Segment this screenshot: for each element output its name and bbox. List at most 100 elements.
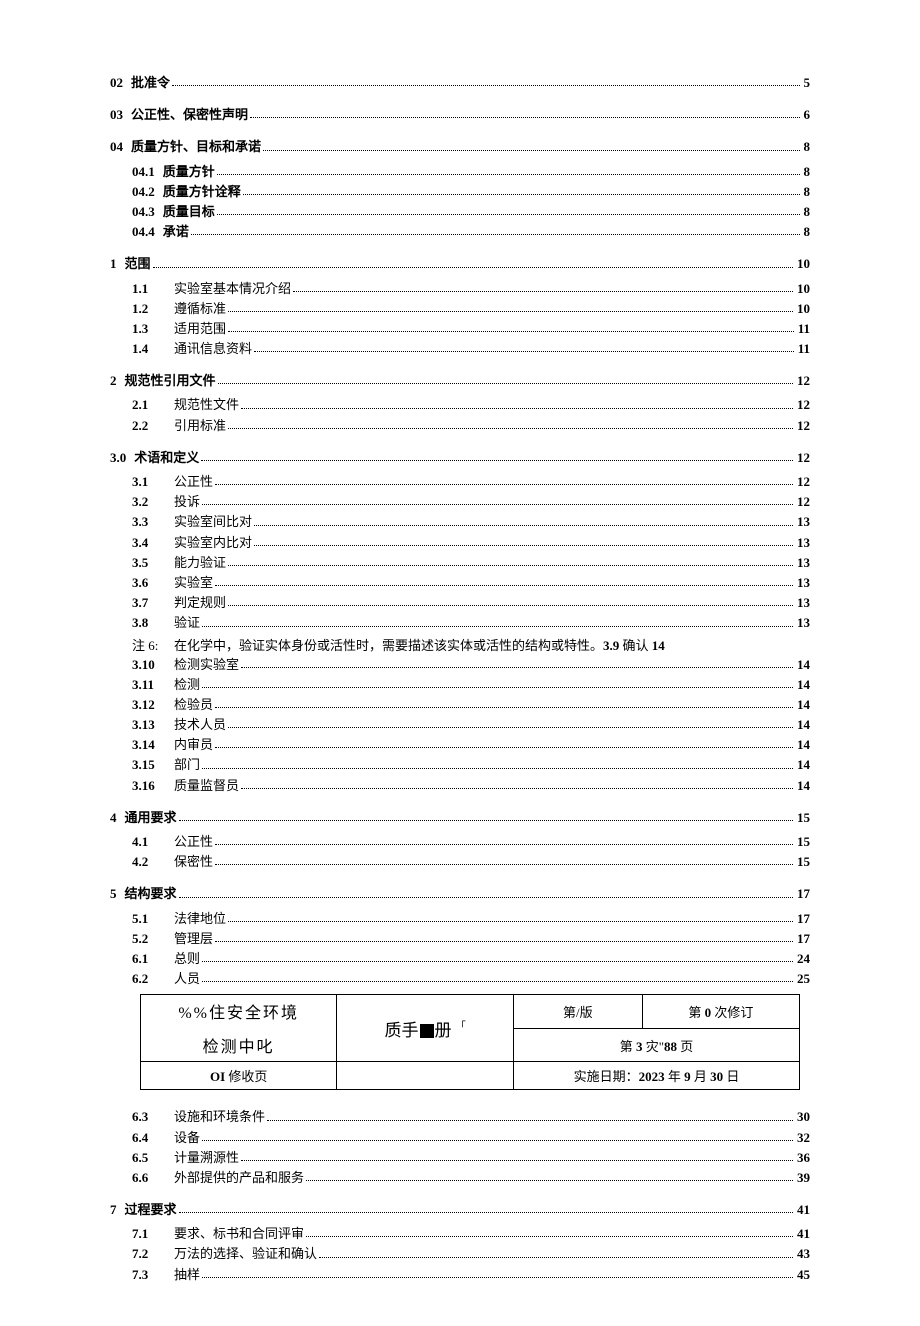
toc-entry: 3.8验证13 xyxy=(110,614,810,632)
toc-leader-dots xyxy=(201,459,793,461)
toc-num: 3.7 xyxy=(132,594,174,612)
toc-num: 6.1 xyxy=(132,950,174,968)
toc-label: 规范性引用文件 xyxy=(125,372,216,390)
toc-label: 能力验证 xyxy=(174,554,226,572)
toc-leader-dots xyxy=(217,213,800,215)
toc-entry: 5.2管理层17 xyxy=(110,930,810,948)
toc-label: 部门 xyxy=(174,756,200,774)
toc-leader-dots xyxy=(254,350,794,352)
toc-leader-dots xyxy=(250,116,799,118)
toc-entry: 1 范围10 xyxy=(110,255,810,273)
toc-leader-dots xyxy=(179,819,793,821)
toc-label: 计量溯源性 xyxy=(174,1149,239,1167)
toc-entry: 3.5能力验证13 xyxy=(110,554,810,572)
toc-entry: 3.3实验室间比对13 xyxy=(110,513,810,531)
toc-label: 管理层 xyxy=(174,930,213,948)
doc-title-sup: 「 xyxy=(456,1021,466,1032)
toc-entry: 3.0 术语和定义12 xyxy=(110,449,810,467)
toc-num: 3.6 xyxy=(132,574,174,592)
toc-num: 2.2 xyxy=(132,417,174,435)
toc-leader-dots xyxy=(202,980,793,982)
toc-page: 39 xyxy=(795,1169,810,1187)
toc-leader-dots xyxy=(228,920,793,922)
toc-leader-dots xyxy=(254,544,793,546)
toc-num: 7 xyxy=(110,1201,125,1219)
toc-label: 总则 xyxy=(174,950,200,968)
doc-title-cell: 质手册 「 xyxy=(337,995,514,1062)
toc-page: 10 xyxy=(795,255,810,273)
toc-leader-dots xyxy=(202,767,793,769)
toc-page: 13 xyxy=(795,534,810,552)
toc-num: 04 xyxy=(110,138,131,156)
toc-label: 引用标准 xyxy=(174,417,226,435)
toc-entry: 6.6外部提供的产品和服务39 xyxy=(110,1169,810,1187)
toc-leader-dots xyxy=(228,330,794,332)
toc-page: 13 xyxy=(795,574,810,592)
toc-leader-dots xyxy=(254,524,793,526)
toc-page: 12 xyxy=(795,396,810,414)
toc-leader-dots xyxy=(202,1276,793,1278)
toc-entry: 3.16质量监督员14 xyxy=(110,777,810,795)
toc-num: 3.16 xyxy=(132,777,174,795)
toc-page: 8 xyxy=(802,203,811,221)
toc-page: 12 xyxy=(795,449,810,467)
toc-num: 1.3 xyxy=(132,320,174,338)
org-line1: %%住安全环境 xyxy=(147,999,330,1023)
toc-page: 12 xyxy=(795,372,810,390)
toc-leader-dots xyxy=(191,233,800,235)
toc-entry: 4 通用要求15 xyxy=(110,809,810,827)
toc-page: 14 xyxy=(795,656,810,674)
toc-entry: 3.1公正性12 xyxy=(110,473,810,491)
toc-label: 术语和定义 xyxy=(134,449,199,467)
toc-num: 3.14 xyxy=(132,736,174,754)
toc-leader-dots xyxy=(306,1179,793,1181)
toc-leader-dots xyxy=(202,960,793,962)
toc-entry: 04.2质量方针诠释8 xyxy=(110,183,810,201)
toc-entry: 7.2万法的选择、验证和确认43 xyxy=(110,1245,810,1263)
toc-entry: 2 规范性引用文件12 xyxy=(110,372,810,390)
toc-entry: 5.1法律地位17 xyxy=(110,910,810,928)
toc-page: 25 xyxy=(795,970,810,988)
toc-page: 12 xyxy=(795,473,810,491)
toc-page: 10 xyxy=(795,300,810,318)
toc-leader-dots xyxy=(228,564,793,566)
toc-entry: 02 批准令5 xyxy=(110,74,810,92)
toc-page: 14 xyxy=(795,777,810,795)
toc-page: 14 xyxy=(795,716,810,734)
toc-num: 1.4 xyxy=(132,340,174,358)
info-table: %%住安全环境 检测中叱 质手册 「 第/版 第 0 次修订 第 3 灾"88 … xyxy=(140,994,800,1090)
toc-num: 4 xyxy=(110,809,125,827)
toc-page: 15 xyxy=(795,853,810,871)
org-name-cell: %%住安全环境 检测中叱 xyxy=(141,995,337,1062)
doc-title-post: 册 xyxy=(435,1021,452,1040)
toc-label: 批准令 xyxy=(131,74,170,92)
empty-cell xyxy=(337,1062,514,1090)
toc-entry: 4.1公正性15 xyxy=(110,833,810,851)
toc-page: 17 xyxy=(795,885,810,903)
toc-page: 10 xyxy=(795,280,810,298)
toc-entry: 6.5计量溯源性36 xyxy=(110,1149,810,1167)
org-line2: 检测中叱 xyxy=(147,1033,330,1057)
redacted-block xyxy=(420,1024,434,1038)
toc-page: 8 xyxy=(802,183,811,201)
toc-leader-dots xyxy=(241,1159,793,1161)
date-cell: 实施日期：2023 年 9 月 30 日 xyxy=(513,1062,799,1090)
toc-label: 公正性 xyxy=(174,473,213,491)
toc-leader-dots xyxy=(241,407,793,409)
page-count-cell: 第 3 灾"88 页 xyxy=(513,1028,799,1062)
toc-entry: 3.11检测14 xyxy=(110,676,810,694)
toc-entry: 04 质量方针、目标和承诺8 xyxy=(110,138,810,156)
toc-num: 3.11 xyxy=(132,676,174,694)
revision-cell: 第 0 次修订 xyxy=(642,995,799,1029)
toc-leader-dots xyxy=(215,746,793,748)
toc-num: 3.2 xyxy=(132,493,174,511)
toc-label: 抽样 xyxy=(174,1266,200,1284)
toc-label: 适用范围 xyxy=(174,320,226,338)
toc-leader-dots xyxy=(215,584,793,586)
toc-label: 法律地位 xyxy=(174,910,226,928)
version-cell: 第/版 xyxy=(513,995,642,1029)
toc-label: 质量方针 xyxy=(163,163,215,181)
toc-num: 5 xyxy=(110,885,125,903)
toc-num: 5.1 xyxy=(132,910,174,928)
toc-label: 通讯信息资料 xyxy=(174,340,252,358)
